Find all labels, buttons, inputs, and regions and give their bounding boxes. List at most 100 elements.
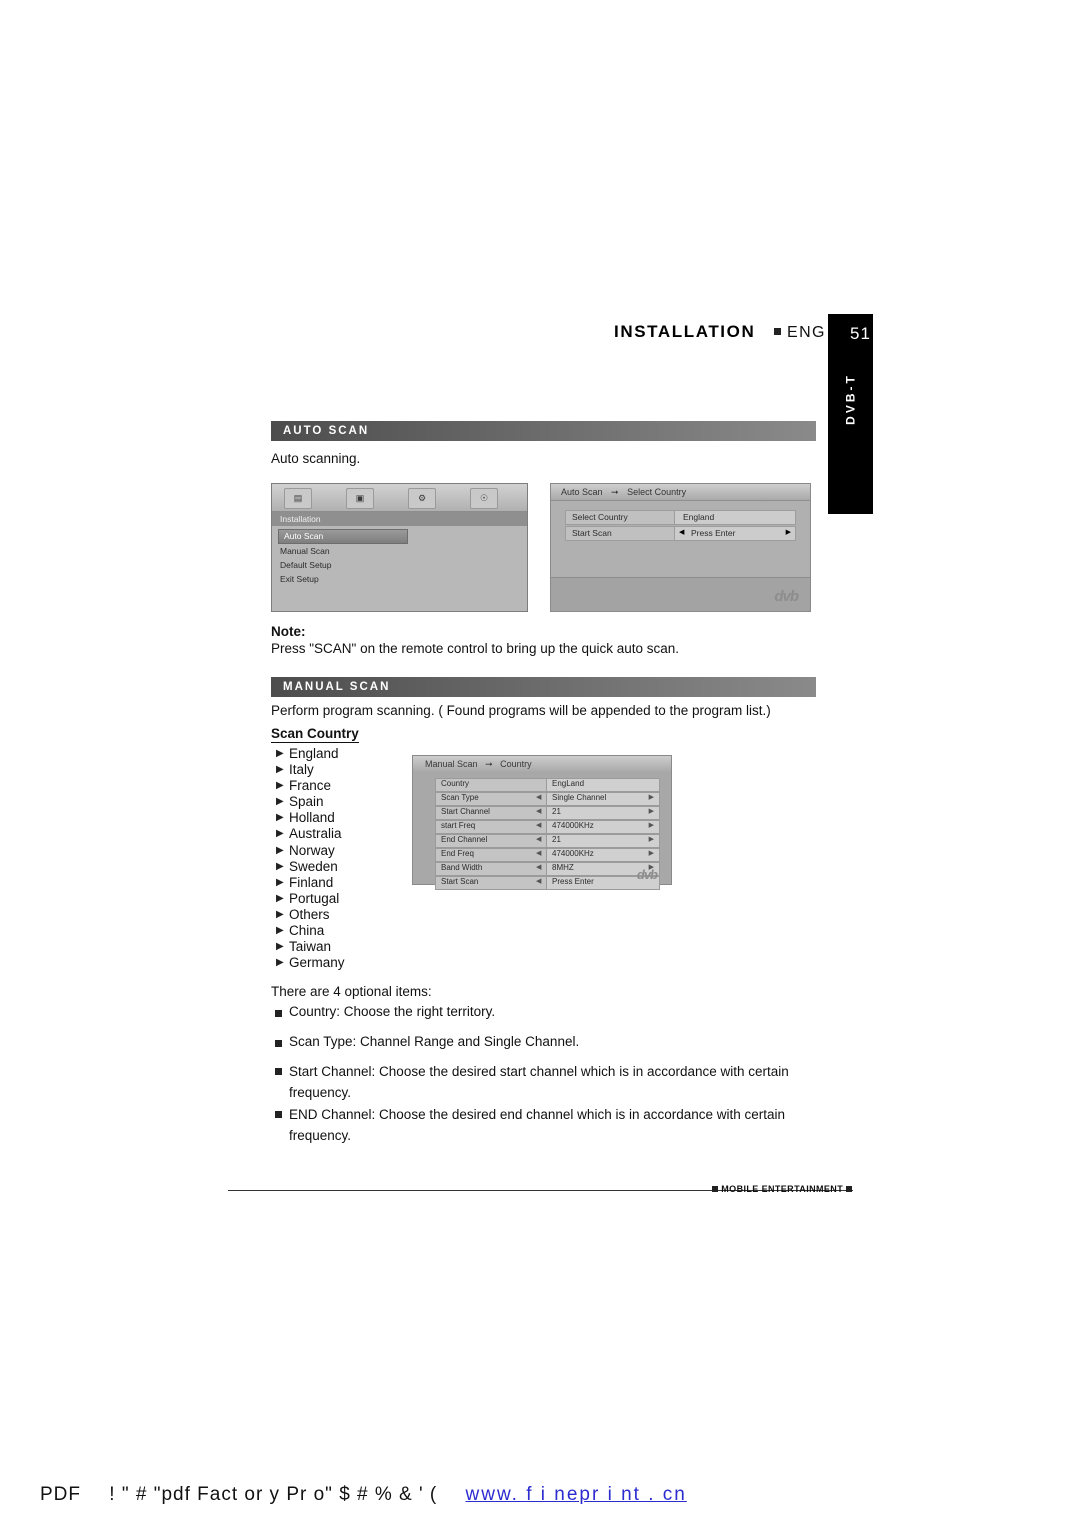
document-page: INSTALLATION ENG DVB-T 51 AUTO SCAN Auto…	[0, 0, 1080, 1528]
triangle-bullet-icon: ▶	[276, 909, 284, 920]
osd-row-select-country[interactable]: Select Country England	[565, 510, 796, 525]
auto-scan-body: Auto scanning.	[271, 451, 361, 466]
arrow-left-icon[interactable]: ◀	[536, 807, 541, 815]
pdf-watermark: PDF ! " # "pdf Fact or y Pr o" $ # % & '…	[40, 1484, 687, 1506]
arrow-right-icon[interactable]: ▶	[649, 793, 654, 801]
osd-row-country[interactable]: Country EngLand	[435, 778, 660, 792]
dvb-logo-icon: dvb	[636, 867, 658, 882]
picture-icon: ▣	[346, 488, 374, 509]
country-item: Spain	[289, 794, 324, 809]
pdf-middle: ! " # "pdf Fact or y Pr o" $ # % & ' (	[109, 1484, 438, 1505]
osd-row-scan-type[interactable]: Scan Type ◀ Single Channel ▶	[435, 792, 660, 806]
osd-title-left-text: Manual Scan	[425, 759, 478, 769]
arrow-right-icon: ➞	[611, 487, 619, 497]
osd-title-right-text: Select Country	[627, 487, 687, 497]
country-item: Germany	[289, 955, 345, 970]
side-tab: DVB-T	[828, 314, 873, 514]
osd-row-label: Select Country	[572, 512, 628, 522]
osd-row-value: 21	[552, 835, 561, 844]
osd-row-value: 8MHZ	[552, 863, 574, 872]
installation-icon: ☉	[470, 488, 498, 509]
triangle-bullet-icon: ▶	[276, 828, 284, 839]
osd-auto-scan-title: Manual Scan Auto Scan ➞ Select Country	[551, 484, 810, 501]
triangle-bullet-icon: ▶	[276, 877, 284, 888]
square-bullet-icon	[275, 1068, 282, 1075]
arrow-left-icon[interactable]: ◀	[536, 849, 541, 857]
triangle-bullet-icon: ▶	[276, 780, 284, 791]
footer-label: MOBILE ENTERTAINMENT	[721, 1184, 844, 1194]
square-bullet-icon	[275, 1040, 282, 1047]
arrow-right-icon[interactable]: ▶	[649, 807, 654, 815]
osd-row-value: 474000KHz	[552, 821, 594, 830]
osd-row-value-box: England	[674, 510, 796, 525]
osd-row-value-box: 474000KHz	[546, 848, 660, 862]
arrow-left-icon[interactable]: ◀	[536, 877, 541, 885]
osd-menu-item-label: Auto Scan	[284, 531, 324, 541]
country-item: Finland	[289, 875, 334, 890]
osd-title-right-text: Country	[500, 759, 532, 769]
triangle-bullet-icon: ▶	[276, 796, 284, 807]
arrow-left-icon: ◀	[679, 529, 685, 536]
pdf-prefix: PDF	[40, 1484, 81, 1505]
note-text: Press "SCAN" on the remote control to br…	[271, 641, 680, 656]
osd-row-start-scan[interactable]: Start Scan ◀ Press Enter	[435, 876, 660, 890]
triangle-bullet-icon: ▶	[276, 925, 284, 936]
triangle-bullet-icon: ▶	[276, 941, 284, 952]
settings-icon: ⚙	[408, 488, 436, 509]
osd-manual-scan-title: Manual Scan ➞ Country	[413, 756, 671, 773]
language-badge: ENG	[774, 324, 826, 342]
osd-menu-item-manual-scan[interactable]: Manual Scan	[280, 546, 330, 556]
arrow-left-icon[interactable]: ◀	[536, 863, 541, 871]
arrow-left-icon[interactable]: ◀	[536, 821, 541, 829]
arrow-left-icon[interactable]: ◀	[536, 793, 541, 801]
osd-row-value-box: ◀ Press Enter ▶	[674, 526, 796, 541]
osd-auto-scan: Manual Scan Auto Scan ➞ Select Country S…	[550, 483, 811, 612]
triangle-bullet-icon: ▶	[276, 764, 284, 775]
osd-row-end-freq[interactable]: End Freq ◀ 474000KHz ▶	[435, 848, 660, 862]
osd-row-label: Scan Type	[441, 793, 479, 802]
osd-row-value-box: 21	[546, 834, 660, 848]
country-item: China	[289, 923, 325, 938]
arrow-right-icon: ➞	[485, 759, 493, 769]
triangle-bullet-icon: ▶	[276, 957, 284, 968]
osd-row-label: End Freq	[441, 849, 474, 858]
tuner-icon: ▤	[284, 488, 312, 509]
osd-row-start-channel[interactable]: Start Channel ◀ 21 ▶	[435, 806, 660, 820]
osd-row-value: England	[683, 512, 715, 522]
osd-row-band-width[interactable]: Band Width ◀ 8MHZ ▶	[435, 862, 660, 876]
triangle-bullet-icon: ▶	[276, 812, 284, 823]
page-number: 51	[850, 324, 871, 343]
triangle-bullet-icon: ▶	[276, 748, 284, 759]
osd-row-value: Press Enter	[691, 528, 736, 538]
square-bullet-icon	[275, 1010, 282, 1017]
osd-menu-item-exit-setup[interactable]: Exit Setup	[280, 574, 319, 584]
note-label: Note:	[271, 624, 306, 639]
square-bullet-icon	[774, 328, 781, 335]
country-item: Norway	[289, 843, 335, 858]
osd-row-end-channel[interactable]: End Channel ◀ 21 ▶	[435, 834, 660, 848]
osd-row-start-scan[interactable]: Start Scan ◀ Press Enter ▶	[565, 526, 796, 541]
osd-title-left-text: Auto Scan	[561, 487, 603, 497]
optional-items-intro: There are 4 optional items:	[271, 984, 432, 999]
osd-menu-item-default-setup[interactable]: Default Setup	[280, 560, 332, 570]
arrow-right-icon[interactable]: ▶	[649, 849, 654, 857]
osd-row-value-box: 474000KHz	[546, 820, 660, 834]
square-bullet-icon	[275, 1111, 282, 1118]
osd-row-value-box: Single Channel	[546, 792, 660, 806]
osd-row-value: Single Channel	[552, 793, 607, 802]
side-tab-label: DVB-T	[843, 373, 858, 425]
osd-row-value: 21	[552, 807, 561, 816]
osd-footer-area: dvb	[551, 577, 810, 611]
country-item: Italy	[289, 762, 314, 777]
osd-row-value-box: EngLand	[546, 778, 660, 792]
osd-subtitle: Installation	[272, 512, 527, 526]
osd-icon-bar: ▤ ▣ ⚙ ☉	[272, 484, 527, 512]
osd-row-start-freq[interactable]: start Freq ◀ 474000KHz ▶	[435, 820, 660, 834]
manual-scan-intro: Perform program scanning. ( Found progra…	[271, 703, 771, 718]
arrow-left-icon[interactable]: ◀	[536, 835, 541, 843]
osd-menu-selected[interactable]: Auto Scan	[278, 529, 408, 544]
osd-row-value: Press Enter	[552, 877, 594, 886]
pdf-link[interactable]: www. f i nepr i nt . cn	[466, 1484, 687, 1505]
arrow-right-icon[interactable]: ▶	[649, 835, 654, 843]
arrow-right-icon[interactable]: ▶	[649, 821, 654, 829]
